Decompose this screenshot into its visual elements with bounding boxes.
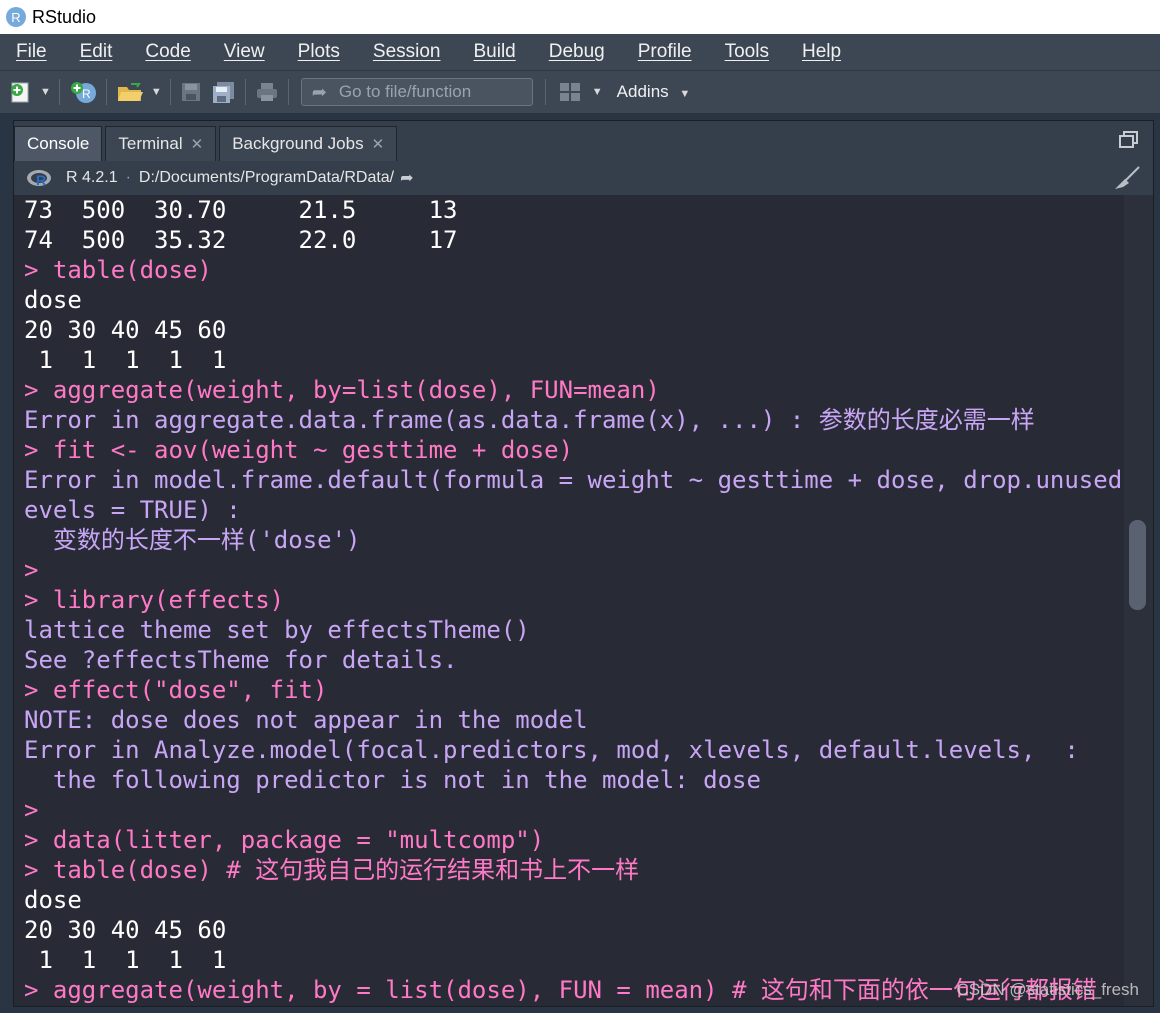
console-line-out: 1 1 1 1 1 [24,946,227,974]
console-line-err: 变数的长度不一样('dose') [24,526,361,554]
console-line-cmd: > [24,556,39,584]
watermark: CSDN @statistics_fresh [956,980,1139,999]
svg-text:R: R [36,172,46,188]
console-line-err: lattice theme set by effectsTheme() [24,616,530,644]
menu-tools[interactable]: Tools [725,41,769,63]
console-pane: Console Terminal ✕ Background Jobs ✕ R R… [13,120,1154,1007]
maximize-pane-icon[interactable] [1119,131,1139,149]
toolbar-divider [544,79,546,105]
chevron-down-icon[interactable]: ▼ [40,86,51,98]
menu-plots[interactable]: Plots [298,41,340,63]
menu-session[interactable]: Session [373,41,441,63]
save-all-icon [212,82,234,103]
console-line-err: See ?effectsTheme for details. [24,646,458,674]
go-to-file-placeholder: Go to file/function [338,82,472,101]
console-line-out: 73 500 30.70 21.5 13 [24,196,458,224]
console-line-cmd: > library(effects) [24,586,285,614]
console-line-err: Error in Analyze.model(focal.predictors,… [24,736,1079,764]
title-bar: R RStudio [0,0,1160,34]
console-line-out: 20 30 40 45 60 [24,316,227,344]
window-title: RStudio [32,6,97,27]
tab-label: Background Jobs [232,134,364,153]
new-file-icon [11,82,29,103]
menu-debug[interactable]: Debug [549,41,605,63]
chevron-down-icon[interactable]: ▼ [592,86,603,98]
addins-label: Addins [616,82,669,101]
svg-text:R: R [82,87,91,101]
console-line-out: 1 1 1 1 1 [24,346,227,374]
folder-open-icon [117,83,143,101]
toolbar-divider [244,79,246,105]
rstudio-logo-icon: R [6,7,26,27]
menu-file[interactable]: File [16,41,47,63]
workspace-panes-button[interactable]: ▼ [558,78,603,106]
console-line-out: 74 500 35.32 22.0 17 [24,226,458,254]
console-line-cmd: > fit <- aov(weight ~ gesttime + dose) [24,436,574,464]
arrow-right-icon: ➦ [311,81,327,102]
console-line-err: evels = TRUE) : [24,496,241,524]
tab-label: Console [27,134,90,153]
new-project-button[interactable]: R [68,78,98,106]
toolbar-divider [105,79,107,105]
working-directory[interactable]: D:/Documents/ProgramData/RData/ [139,169,394,187]
close-icon[interactable]: ✕ [191,135,204,153]
console-line-err: Error in aggregate.data.frame(as.data.fr… [24,406,1035,434]
console-output[interactable]: 73 500 30.70 21.5 13 74 500 35.32 22.0 17… [14,195,1124,1006]
clear-console-broom-icon[interactable] [1113,165,1141,191]
r-version: R 4.2.1 [66,169,118,186]
console-line-cmd: > aggregate(weight, by=list(dose), FUN=m… [24,376,660,404]
scrollbar-thumb[interactable] [1129,520,1146,610]
console-path-bar: R R 4.2.1 · D:/Documents/ProgramData/RDa… [14,161,1153,195]
console-line-err: NOTE: dose does not appear in the model [24,706,588,734]
console-scrollbar[interactable] [1124,195,1153,1006]
console-line-cmd: > data(litter, package = "multcomp") [24,826,545,854]
console-line-cmd: > table(dose) [24,256,212,284]
main-toolbar: ▼ R ▼ ➦ Go to file/function ▼ Addins ▼ [0,70,1160,113]
toolbar-divider [169,79,171,105]
addins-menu[interactable]: Addins ▼ [617,82,691,102]
new-file-button[interactable]: ▼ [8,78,51,106]
menu-build[interactable]: Build [474,41,516,63]
pane-tab-bar: Console Terminal ✕ Background Jobs ✕ [14,121,1153,161]
tab-label: Terminal [118,134,183,153]
save-button[interactable] [179,78,203,106]
chevron-down-icon: ▼ [679,88,691,100]
toolbar-divider [287,79,289,105]
close-icon[interactable]: ✕ [372,135,385,153]
menu-help[interactable]: Help [802,41,841,63]
console-line-out: dose [24,286,82,314]
save-icon [181,83,200,101]
console-line-cmd: > effect("dose", fit) [24,676,328,704]
menu-bar: File Edit Code View Plots Session Build … [0,34,1160,70]
go-to-directory-icon[interactable]: ➦ [400,168,413,188]
console-line-cmd: > [24,796,39,824]
menu-view[interactable]: View [224,41,265,63]
menu-code[interactable]: Code [145,41,190,63]
new-project-icon: R [70,82,96,103]
menu-edit[interactable]: Edit [80,41,113,63]
console-line-out: 20 30 40 45 60 [24,916,227,944]
tab-console[interactable]: Console [14,126,103,161]
console-line-err: the following predictor is not in the mo… [24,766,761,794]
console-line-cmd: > table(dose) # 这句我自己的运行结果和书上不一样 [24,856,640,884]
toolbar-divider [58,79,60,105]
save-all-button[interactable] [211,78,237,106]
tab-background-jobs[interactable]: Background Jobs ✕ [219,126,398,161]
go-to-file-input[interactable]: ➦ Go to file/function [300,78,533,106]
tab-terminal[interactable]: Terminal ✕ [105,126,217,161]
console-line-err: Error in model.frame.default(formula = w… [24,466,1124,494]
print-icon [256,83,277,101]
print-button[interactable] [254,78,280,106]
console-line-out: dose [24,886,82,914]
path-separator: · [125,169,131,186]
open-file-button[interactable]: ▼ [115,78,162,106]
menu-profile[interactable]: Profile [638,41,692,63]
grid-icon [559,83,580,101]
r-logo-icon: R [27,170,51,188]
chevron-down-icon[interactable]: ▼ [151,86,162,98]
